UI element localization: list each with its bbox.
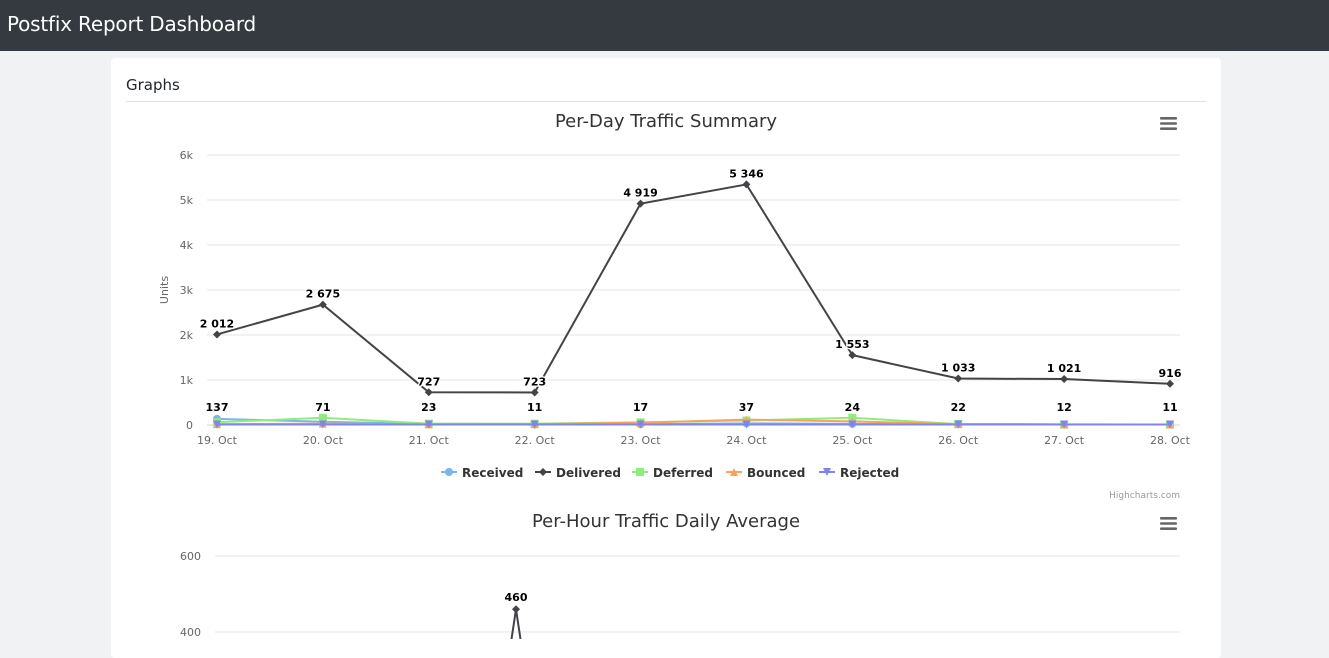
chart-menu-icon[interactable] [1160, 117, 1177, 130]
chart-title: Per-Hour Traffic Daily Average [532, 511, 800, 532]
legend-item[interactable]: Delivered [535, 466, 621, 480]
legend-label: Bounced [747, 466, 805, 480]
data-label: 5 346 [729, 167, 764, 180]
legend-marker-icon [636, 468, 644, 476]
y-tick-label: 4k [180, 239, 194, 252]
data-label: 17 [633, 401, 648, 414]
y-tick-label: 400 [180, 626, 201, 639]
x-axis-ticks: 19. Oct 20. Oct 21. Oct 22. Oct 23. Oct 24. O… [197, 434, 1191, 447]
data-point [213, 330, 221, 339]
legend-marker-icon [539, 468, 547, 476]
data-point [954, 374, 963, 383]
chart-menu-icon[interactable] [1160, 517, 1177, 530]
data-label: 11 [1162, 401, 1177, 414]
series-line [510, 609, 522, 639]
y-tick-label: 2k [180, 329, 194, 342]
data-label: 727 [417, 375, 440, 388]
data-point [636, 199, 645, 208]
data-label: 916 [1159, 367, 1182, 380]
x-tick-label: 28. Oct [1150, 434, 1191, 447]
y-tick-label: 1k [180, 374, 194, 387]
data-label: 1 033 [941, 362, 975, 375]
y-axis-ticks: 400 600 [180, 550, 201, 639]
legend-label: Deferred [653, 466, 713, 480]
y-axis-ticks: 0 1k 2k 3k 4k 5k 6k [180, 149, 194, 432]
x-tick-label: 25. Oct [832, 434, 873, 447]
data-label: 460 [505, 591, 528, 604]
x-tick-label: 27. Oct [1044, 434, 1085, 447]
data-label: 2 012 [200, 317, 234, 330]
chart-title: Per-Day Traffic Summary [555, 111, 777, 132]
legend-marker-icon [445, 468, 453, 476]
data-label: 4 919 [623, 187, 657, 200]
legend-label: Rejected [840, 466, 899, 480]
data-point [1166, 379, 1174, 388]
data-labels: 2 012 2 675 727 723 4 919 5 346 1 553 1 033 1 02… [199, 166, 1184, 415]
data-label: 11 [527, 401, 542, 414]
data-point [512, 605, 520, 614]
per-hour-traffic-chart: Per-Hour Traffic Daily Average 400 600 46… [180, 511, 1180, 639]
y-tick-label: 6k [180, 149, 194, 162]
legend-label: Received [462, 466, 523, 480]
x-tick-label: 26. Oct [938, 434, 979, 447]
credits-link[interactable]: Highcharts.com [1109, 491, 1180, 501]
data-point [530, 388, 539, 397]
grid-lines [215, 555, 1180, 633]
data-label: 22 [951, 401, 966, 414]
y-tick-label: 3k [180, 284, 194, 297]
legend-label: Delivered [556, 466, 621, 480]
y-axis-label: Units [158, 276, 171, 304]
x-tick-label: 21. Oct [409, 434, 450, 447]
x-tick-label: 19. Oct [197, 434, 238, 447]
y-tick-label: 0 [186, 419, 193, 432]
data-label: 2 675 [306, 288, 340, 301]
legend-item[interactable]: Bounced [726, 466, 805, 480]
x-tick-label: 24. Oct [726, 434, 767, 447]
data-label: 1 553 [835, 338, 869, 351]
x-tick-label: 20. Oct [303, 434, 344, 447]
y-tick-label: 5k [180, 194, 194, 207]
grid-lines [207, 154, 1180, 426]
data-label: 37 [739, 401, 754, 414]
chart-legend: Received Delivered Deferred Bounced Rejected [441, 466, 899, 480]
data-label: 12 [1056, 401, 1071, 414]
per-day-traffic-chart: Per-Day Traffic Summary Units 0 1k 2k 3k 4k 5… [158, 111, 1191, 501]
legend-item[interactable]: Deferred [632, 466, 713, 480]
series-group [213, 180, 1174, 429]
x-tick-label: 23. Oct [621, 434, 662, 447]
data-label: 1 021 [1047, 362, 1081, 375]
series-line [216, 183, 1171, 394]
x-tick-label: 22. Oct [515, 434, 556, 447]
data-label: 71 [315, 401, 330, 414]
data-label: 723 [523, 375, 546, 388]
data-label: 24 [845, 401, 861, 414]
legend-item[interactable]: Received [441, 466, 523, 480]
data-label: 23 [421, 401, 436, 414]
legend-item[interactable]: Rejected [819, 466, 899, 480]
data-label: 137 [206, 401, 229, 414]
charts-canvas: Per-Day Traffic Summary Units 0 1k 2k 3k 4k 5… [158, 111, 1191, 639]
y-tick-label: 600 [180, 550, 201, 563]
data-point [1060, 375, 1069, 384]
